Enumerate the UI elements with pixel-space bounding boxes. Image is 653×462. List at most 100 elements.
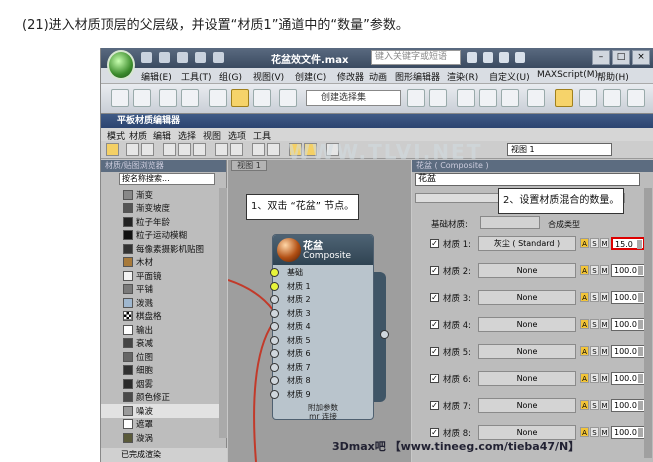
list-item[interactable]: 平面镜 [101, 269, 219, 283]
list-item[interactable]: 输出 [101, 323, 219, 337]
binoculars-icon[interactable] [467, 52, 477, 63]
list-item[interactable]: 每像素摄影机贴图 [101, 242, 219, 256]
render-frame-icon[interactable] [603, 89, 621, 107]
pick-material-icon[interactable] [126, 143, 139, 156]
amount-spinner[interactable]: 100.0 [611, 291, 645, 304]
delete-icon[interactable] [163, 143, 176, 156]
enable-checkbox[interactable]: ✓ [430, 374, 439, 383]
amount-spinner[interactable]: 100.0 [611, 345, 645, 358]
node-slot[interactable]: 材质 7 [270, 361, 373, 375]
render-teapot-icon[interactable] [627, 89, 645, 107]
menu-graph-editors[interactable]: 图形编辑器 [395, 70, 440, 83]
node-header[interactable]: 花盆 Composite [273, 235, 373, 265]
list-item[interactable]: 位图 [101, 350, 219, 364]
move-tool-icon[interactable] [159, 89, 177, 107]
additive-toggle[interactable]: A [580, 265, 589, 275]
menu-rendering[interactable]: 渲染(R) [447, 70, 478, 83]
rotate-tool-icon[interactable] [181, 89, 199, 107]
background-icon[interactable] [230, 143, 243, 156]
list-item[interactable]: 颜色修正 [101, 391, 219, 405]
menu-create[interactable]: 创建(C) [295, 70, 326, 83]
spinner-arrows-icon[interactable] [638, 428, 643, 437]
list-item[interactable]: 衰减 [101, 337, 219, 351]
star-icon[interactable] [499, 52, 509, 63]
additive-toggle[interactable]: A [580, 319, 589, 329]
list-item[interactable]: 渐变坡度 [101, 202, 219, 216]
node-slot[interactable]: 材质 6 [270, 347, 373, 361]
mix-toggle[interactable]: M [600, 265, 609, 275]
material-slot-button[interactable]: None [478, 371, 576, 386]
subtractive-toggle[interactable]: S [590, 238, 599, 248]
additive-toggle[interactable]: A [580, 373, 589, 383]
percent-snap-icon[interactable] [253, 89, 271, 107]
enable-checkbox[interactable]: ✓ [430, 293, 439, 302]
curve-editor-icon[interactable] [501, 89, 519, 107]
socket-icon[interactable] [270, 281, 279, 291]
amount-spinner[interactable]: 100.0 [611, 372, 645, 385]
params-scrollbar[interactable] [644, 188, 652, 458]
node-slot[interactable]: 材质 4 [270, 320, 373, 334]
node-view[interactable]: 视图 1 WWW.TLVI.NET 1、双击 “花盆” 节点。 花盆 Compo… [228, 140, 480, 462]
list-item[interactable]: 渐变 [101, 188, 219, 202]
material-slot-button[interactable]: 灰尘 ( Standard ) [478, 236, 576, 251]
socket-icon[interactable] [270, 322, 279, 331]
node-slot[interactable]: 材质 9 [270, 388, 373, 402]
socket-icon[interactable] [270, 335, 279, 345]
socket-icon[interactable] [270, 349, 279, 358]
list-item[interactable]: 噪波 [101, 404, 219, 418]
edit-named-sel-icon[interactable] [279, 89, 297, 107]
move-children-icon[interactable] [178, 143, 191, 156]
menu-animation[interactable]: 动画 [369, 70, 387, 83]
enable-checkbox[interactable]: ✓ [430, 239, 439, 248]
node-mr-connection[interactable]: mr 连接 [273, 411, 373, 421]
list-item[interactable]: 烟雾 [101, 377, 219, 391]
mix-toggle[interactable]: M [600, 319, 609, 329]
amount-spinner[interactable]: 100.0 [611, 264, 645, 277]
list-item[interactable]: 泼溅 [101, 296, 219, 310]
spinner-arrows-icon[interactable] [637, 240, 642, 249]
menu-maxscript[interactable]: MAXScript(M) [537, 70, 598, 80]
link-tool-icon[interactable] [133, 89, 151, 107]
snap-tool-icon[interactable] [209, 89, 227, 107]
list-item[interactable]: 粒子年龄 [101, 215, 219, 229]
amount-spinner[interactable]: 15.0 [611, 237, 645, 250]
socket-icon[interactable] [270, 376, 279, 385]
socket-icon[interactable] [270, 308, 279, 318]
render-setup-icon[interactable] [579, 89, 597, 107]
redo-icon[interactable] [213, 52, 224, 63]
additive-toggle[interactable]: A [580, 427, 589, 437]
node-slot[interactable]: 材质 3 [270, 307, 373, 321]
material-slot-button[interactable]: None [478, 398, 576, 413]
additive-toggle[interactable]: A [580, 400, 589, 410]
menu-modifiers[interactable]: 修改器 [337, 70, 364, 83]
search-input[interactable]: 键入关键字或短语 [371, 50, 461, 65]
node-slot[interactable]: 材质 1 [270, 280, 373, 294]
material-slot-button[interactable]: None [478, 290, 576, 305]
node-slot[interactable]: 材质 2 [270, 293, 373, 307]
socket-icon[interactable] [270, 295, 279, 304]
list-item[interactable]: 平铺 [101, 283, 219, 297]
material-slot-button[interactable]: None [478, 317, 576, 332]
spinner-arrows-icon[interactable] [638, 401, 643, 410]
subtractive-toggle[interactable]: S [590, 292, 599, 302]
layout-children-icon[interactable] [267, 143, 280, 156]
menu-view[interactable]: 视图(V) [253, 70, 284, 83]
spinner-arrows-icon[interactable] [638, 293, 643, 302]
undo-icon[interactable] [195, 52, 206, 63]
select-tool-icon[interactable] [106, 143, 119, 156]
browser-search-input[interactable]: 按名称搜索... [119, 173, 215, 185]
save-icon[interactable] [177, 52, 188, 63]
browser-scrollbar[interactable] [219, 188, 227, 438]
mix-toggle[interactable]: M [600, 373, 609, 383]
new-icon[interactable] [141, 52, 152, 63]
open-icon[interactable] [159, 52, 170, 63]
maximize-button[interactable]: □ [612, 50, 630, 65]
subtractive-toggle[interactable]: S [590, 346, 599, 356]
amount-spinner[interactable]: 100.0 [611, 318, 645, 331]
enable-checkbox[interactable]: ✓ [430, 347, 439, 356]
material-slot-button[interactable]: None [478, 344, 576, 359]
list-item[interactable]: 漩涡 [101, 431, 219, 445]
material-name-field[interactable]: 花盆 [415, 173, 640, 186]
list-item[interactable]: 细胞 [101, 364, 219, 378]
list-item[interactable]: 遮罩 [101, 418, 219, 432]
